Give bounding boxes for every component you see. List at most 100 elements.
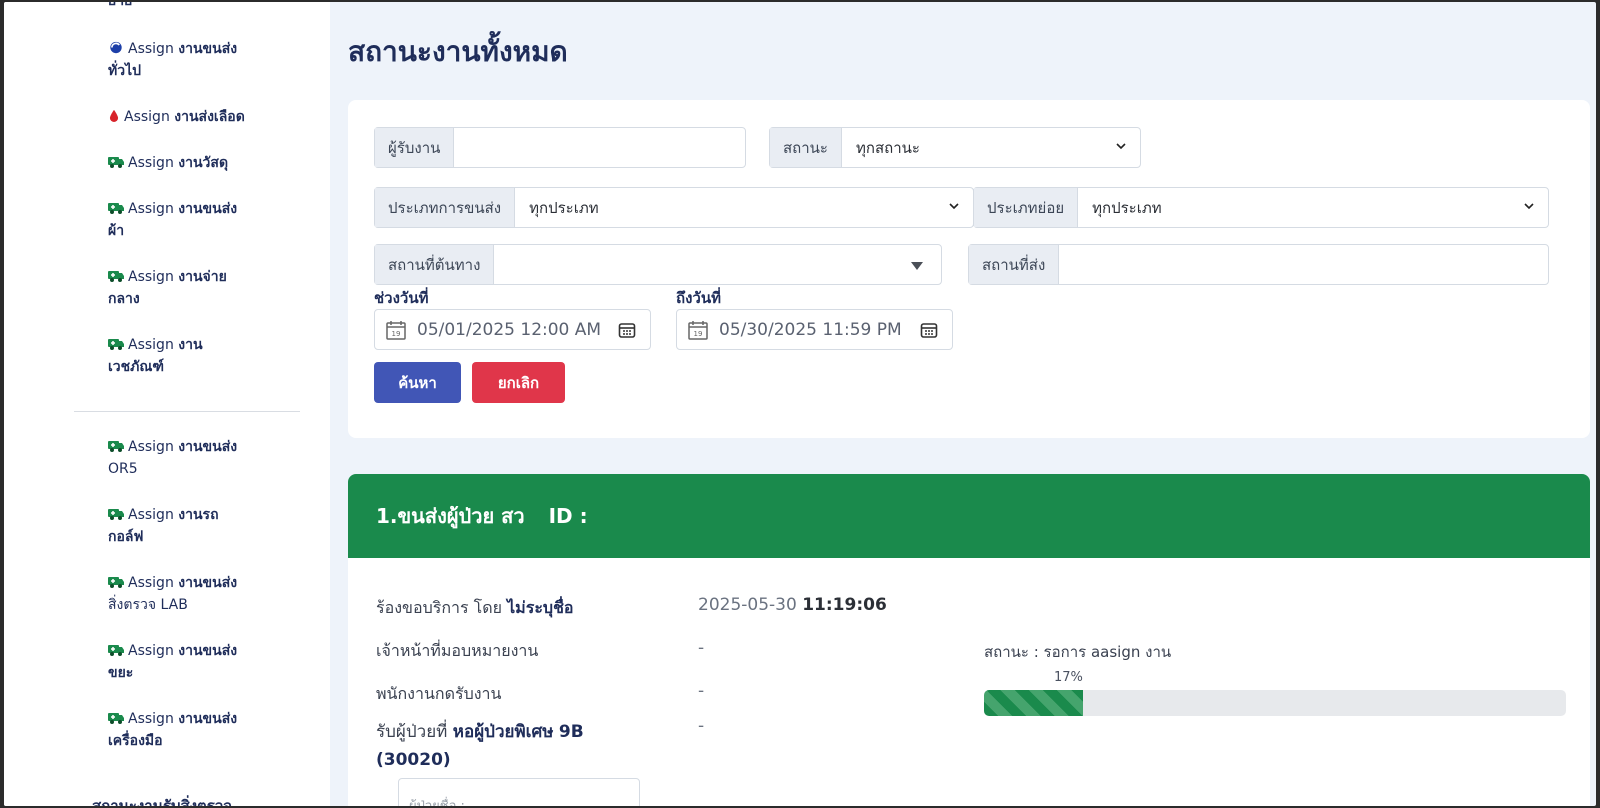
sidebar-item-assign-golf-cart[interactable]: Assign งานรถ กอล์ฟ — [108, 504, 268, 548]
cancel-button[interactable]: ยกเลิก — [472, 362, 565, 403]
sidebar-item-label-en: Assign — [128, 643, 174, 659]
job-status-text: สถานะ : รอการ aasign งาน — [984, 643, 1172, 661]
assignee-label: ผู้รับงาน — [375, 128, 455, 167]
sidebar-item-label: งานจ่าย — [178, 269, 227, 285]
requested-time: 11:19:06 — [802, 595, 887, 615]
subtype-field: ประเภทย่อย ทุกประเภท — [973, 187, 1549, 228]
subtype-value: ทุกประเภท — [1092, 198, 1162, 217]
assignee-input[interactable] — [454, 128, 745, 167]
page-title: สถานะงานทั้งหมด — [348, 35, 568, 68]
sidebar-item-label-2: สิ่งตรวจ LAB — [108, 597, 188, 613]
progress-percent: 17% — [1054, 670, 1083, 685]
sidebar-item-label-en: Assign — [128, 439, 174, 455]
sidebar-item-label-2: ทั่วไป — [108, 63, 142, 79]
sidebar-item-assign-blood[interactable]: Assign งานส่งเลือด — [108, 106, 288, 128]
sidebar-item-assign-medical-supplies[interactable]: Assign งาน เวชภัณฑ์ — [108, 334, 268, 378]
receiver-value: - — [698, 681, 705, 701]
sidebar-item-assign-central[interactable]: Assign งานจ่ายกลาง — [108, 266, 268, 310]
from-date-value: 05/01/2025 12:00 AM — [417, 319, 602, 340]
sidebar-item-label-en: Assign — [128, 155, 174, 171]
status-select-value: ทุกสถานะ — [855, 138, 920, 157]
transport-type-select[interactable]: ทุกประเภท — [515, 188, 973, 227]
destination-input[interactable] — [1059, 245, 1548, 284]
sidebar-item-label: งานขนส่ง — [178, 41, 238, 57]
subtype-label: ประเภทย่อย — [974, 188, 1079, 227]
sidebar-item-assign-equipment[interactable]: Assign งานขนส่ง เครื่องมือ — [108, 708, 268, 752]
requested-by: ร้องขอบริการ โดย ไม่ระบุชื่อ — [376, 596, 574, 621]
requested-date: 2025-05-30 — [698, 595, 797, 615]
sidebar-item-label: งานขนส่ง — [178, 643, 238, 659]
progress-bar-fill — [984, 690, 1083, 716]
sidebar-item-label-2: กอล์ฟ — [108, 529, 144, 545]
sidebar-item-assign-or5[interactable]: Assign งานขนส่ง OR5 — [108, 436, 268, 480]
sidebar-item-label: งานส่งเลือด — [174, 109, 245, 125]
origin-select[interactable] — [494, 245, 941, 284]
sidebar-item-label-en: Assign — [128, 575, 174, 591]
from-date-input[interactable]: 19 05/01/2025 12:00 AM — [374, 309, 651, 350]
sidebar-item-label: งานขนส่ง — [178, 201, 238, 217]
from-date-label: ช่วงวันที่ — [374, 289, 429, 307]
calendar-picker-icon[interactable] — [920, 321, 938, 339]
calendar-picker-icon[interactable] — [618, 321, 636, 339]
svg-text:19: 19 — [392, 330, 401, 338]
ambulance-icon — [108, 203, 124, 214]
globe-icon — [110, 41, 122, 54]
transport-type-label: ประเภทการขนส่ง — [375, 188, 516, 227]
sidebar-item-label-2: ผ้า — [108, 223, 125, 239]
sidebar-item-label-2: เครื่องมือ — [108, 733, 163, 749]
origin-label: สถานที่ต้นทาง — [375, 245, 495, 284]
job-title: 1.ขนส่งผู้ป่วย สว — [376, 504, 525, 528]
requested-by-name: ไม่ระบุชื่อ — [507, 598, 574, 617]
sidebar-item-label-en: Assign — [128, 41, 174, 57]
pickup-code: (30020) — [376, 750, 451, 770]
sidebar-item-label-en: Assign — [128, 711, 174, 727]
sidebar-item-label-2: OR5 — [108, 461, 138, 477]
progress-bar — [984, 690, 1566, 716]
sidebar-item-assign-lab[interactable]: Assign งานขนส่งสิ่งตรวจ LAB — [108, 572, 268, 616]
sidebar-item-label: งาน — [178, 337, 203, 353]
caret-down-icon — [911, 262, 923, 270]
sidebar-item-assign-supplies[interactable]: Assign งานวัสดุ — [108, 152, 268, 174]
sidebar-divider — [74, 411, 300, 412]
blood-drop-icon — [109, 109, 119, 122]
patient-name-input[interactable]: ผู้ป่วยชื่อ : — [398, 778, 640, 806]
sidebar-section-heading-cut[interactable]: สถานะงานรับสิ่งตรวจ — [92, 794, 232, 806]
sidebar-item-label-2: กลาง — [108, 291, 140, 307]
receiver-label: พนักงานกดรับงาน — [376, 684, 502, 703]
transport-type-field: ประเภทการขนส่ง ทุกประเภท — [374, 187, 974, 228]
subtype-select[interactable]: ทุกประเภท — [1078, 188, 1548, 227]
ambulance-icon — [108, 509, 124, 520]
to-date-label: ถึงวันที่ — [676, 289, 721, 307]
sidebar-item-assign-waste[interactable]: Assign งานขนส่ง ขยะ — [108, 640, 268, 684]
sidebar-item-label-en: Assign — [124, 109, 170, 125]
filter-card: ผู้รับงาน สถานะ ทุกสถานะ ประเภทการขนส่ง … — [348, 100, 1590, 438]
assignee-field: ผู้รับงาน — [374, 127, 746, 168]
sidebar-item-label-2: เวชภัณฑ์ — [108, 359, 164, 375]
calendar-icon: 19 — [386, 320, 406, 340]
chevron-down-icon — [1524, 203, 1534, 210]
status-label: สถานะ — [770, 128, 842, 167]
chevron-down-icon — [1116, 143, 1126, 150]
pickup-prefix: รับผู้ป่วยที่ — [376, 722, 448, 742]
ambulance-icon — [108, 339, 124, 350]
destination-label: สถานที่ส่ง — [969, 245, 1060, 284]
requested-datetime: 2025-05-30 11:19:06 — [698, 595, 887, 615]
status-select[interactable]: ทุกสถานะ — [842, 128, 1140, 167]
ambulance-icon — [108, 713, 124, 724]
sidebar-item-label-en: Assign — [128, 269, 174, 285]
sidebar-item-cut-top[interactable]: ย้าย — [108, 2, 132, 12]
pickup-value: - — [698, 716, 705, 736]
sidebar-item-label: งานขนส่ง — [178, 439, 238, 455]
ambulance-icon — [108, 157, 124, 168]
job-card-header: 1.ขนส่งผู้ป่วย สว ID : — [348, 474, 1590, 558]
ambulance-icon — [108, 441, 124, 452]
job-card: 1.ขนส่งผู้ป่วย สว ID : ร้องขอบริการ โดย … — [348, 474, 1590, 806]
chevron-down-icon — [949, 203, 959, 210]
search-button[interactable]: ค้นหา — [374, 362, 461, 403]
to-date-input[interactable]: 19 05/30/2025 11:59 PM — [676, 309, 953, 350]
app-window: ย้าย Assign งานขนส่งทั่วไป Assign งานส่ง… — [4, 2, 1596, 806]
sidebar-item-assign-general[interactable]: Assign งานขนส่งทั่วไป — [108, 38, 268, 82]
sidebar-item-label: งานขนส่ง — [178, 575, 238, 591]
transport-type-value: ทุกประเภท — [529, 198, 599, 217]
sidebar-item-assign-linen[interactable]: Assign งานขนส่ง ผ้า — [108, 198, 268, 242]
